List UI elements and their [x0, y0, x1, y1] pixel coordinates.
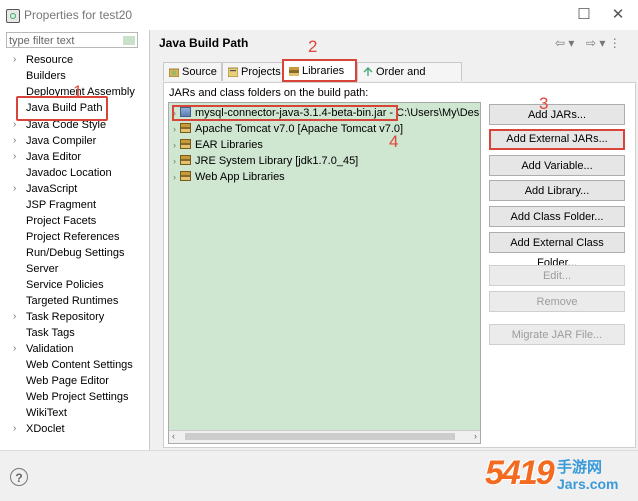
tree-item[interactable]: Task Tags	[26, 327, 75, 339]
expand-arrow-icon[interactable]: ›	[13, 135, 16, 146]
tree-item[interactable]: Validation	[26, 343, 74, 355]
tree-item[interactable]: Project Facets	[26, 215, 96, 227]
scrollbar-thumb[interactable]	[185, 433, 455, 440]
forward-arrow-icon[interactable]: ⇨ ▾ ⋮	[586, 36, 621, 50]
library-item-label: Apache Tomcat v7.0 [Apache Tomcat v7.0]	[195, 123, 404, 135]
expand-arrow-icon[interactable]: ›	[13, 151, 16, 162]
clear-filter-icon[interactable]	[123, 36, 135, 45]
annotation-3: 3	[539, 94, 549, 113]
tree-item[interactable]: Java Compiler	[26, 135, 96, 147]
library-item[interactable]: › Apache Tomcat v7.0 [Apache Tomcat v7.0]	[173, 123, 403, 138]
tab-order-and-export[interactable]: Order and Export	[357, 62, 462, 96]
libraries-description: JARs and class folders on the build path…	[169, 87, 369, 99]
tree-item[interactable]: Web Page Editor	[26, 375, 109, 387]
maximize-icon[interactable]: ☐	[572, 5, 596, 25]
add-variable-button[interactable]: Add Variable...	[489, 155, 625, 176]
watermark-text: 手游网	[557, 459, 603, 476]
library-item-label: EAR Libraries	[195, 139, 263, 151]
scroll-left-icon[interactable]: ‹	[172, 431, 175, 441]
tree-item[interactable]: Javadoc Location	[26, 167, 112, 179]
source-folder-icon	[169, 68, 179, 77]
tree-item[interactable]: Web Content Settings	[26, 359, 133, 371]
close-icon[interactable]: ✕	[606, 5, 630, 25]
filter-placeholder: type filter text	[9, 35, 75, 47]
library-item[interactable]: › Web App Libraries	[173, 171, 285, 186]
projects-icon	[228, 67, 238, 77]
expand-arrow-icon[interactable]: ›	[13, 311, 16, 322]
remove-button[interactable]: Remove	[489, 291, 625, 312]
tree-item[interactable]: WikiText	[26, 407, 67, 419]
scroll-right-icon[interactable]: ›	[474, 431, 477, 441]
add-jars-button[interactable]: Add JARs...	[489, 104, 625, 125]
library-item[interactable]: › EAR Libraries	[173, 139, 263, 154]
annotation-2: 2	[308, 37, 318, 56]
back-arrow-icon[interactable]: ⇦ ▾	[555, 36, 574, 50]
library-item-label: Web App Libraries	[195, 171, 285, 183]
tab-projects[interactable]: Projects	[222, 62, 283, 81]
add-external-jars-button[interactable]: Add External JARs...	[489, 129, 625, 150]
tree-item[interactable]: Server	[26, 263, 58, 275]
tree-item[interactable]: Resource	[26, 54, 73, 66]
annotation-4: 4	[389, 132, 399, 151]
tree-item[interactable]: JavaScript	[26, 183, 77, 195]
expand-arrow-icon[interactable]: ›	[173, 156, 176, 166]
tab-libraries[interactable]: Libraries	[282, 59, 357, 82]
tree-item[interactable]: Targeted Runtimes	[26, 295, 118, 307]
watermark-sub: Jars.com	[557, 476, 619, 492]
selection-highlight-mysql-jar	[172, 105, 398, 121]
tree-item[interactable]: Project References	[26, 231, 120, 243]
library-item-label: JRE System Library [jdk1.7.0_45]	[195, 155, 359, 167]
tab-libraries-label: Libraries	[302, 65, 345, 77]
page-title: Java Build Path	[159, 36, 249, 50]
selection-highlight-java-build-path	[16, 96, 108, 121]
title-bar: Properties for test20 ☐ ✕	[0, 0, 638, 31]
library-icon	[180, 123, 191, 133]
help-icon[interactable]: ?	[10, 468, 28, 486]
expand-arrow-icon[interactable]: ›	[173, 124, 176, 134]
watermark-logo: 5419 手游网 Jars.com	[485, 452, 635, 498]
filter-input[interactable]: type filter text	[6, 32, 138, 48]
horizontal-scrollbar[interactable]: ‹ ›	[169, 430, 480, 443]
tab-projects-label: Projects	[241, 66, 281, 78]
expand-arrow-icon[interactable]: ›	[173, 140, 176, 150]
library-icon	[180, 139, 191, 149]
edit-button[interactable]: Edit...	[489, 265, 625, 286]
annotation-1: 1	[73, 82, 83, 101]
tree-item[interactable]: Run/Debug Settings	[26, 247, 124, 259]
eclipse-icon	[6, 9, 20, 23]
watermark-digits: 5419	[485, 454, 555, 492]
tab-source-label: Source	[182, 66, 217, 78]
tree-item[interactable]: XDoclet	[26, 423, 65, 435]
tree-item[interactable]: Service Policies	[26, 279, 104, 291]
library-icon	[180, 155, 191, 165]
window-title: Properties for test20	[24, 8, 133, 22]
tab-source[interactable]: Source	[163, 62, 222, 81]
library-icon	[180, 171, 191, 181]
expand-arrow-icon[interactable]: ›	[13, 183, 16, 194]
tree-item[interactable]: Web Project Settings	[26, 391, 129, 403]
expand-arrow-icon[interactable]: ›	[13, 54, 16, 65]
tree-item[interactable]: Java Editor	[26, 151, 81, 163]
tree-item[interactable]: JSP Fragment	[26, 199, 96, 211]
libraries-icon	[289, 67, 299, 76]
migrate-jar-file-button[interactable]: Migrate JAR File...	[489, 324, 625, 345]
expand-arrow-icon[interactable]: ›	[13, 119, 16, 130]
libraries-list[interactable]: › mysql-connector-java-3.1.4-beta-bin.jar…	[168, 102, 481, 444]
expand-arrow-icon[interactable]: ›	[13, 343, 16, 354]
add-external-class-folder-button[interactable]: Add External Class Folder...	[489, 232, 625, 269]
library-item[interactable]: › JRE System Library [jdk1.7.0_45]	[173, 155, 358, 170]
tree-item[interactable]: Task Repository	[26, 311, 104, 323]
add-library-button[interactable]: Add Library...	[489, 180, 625, 201]
tree-item[interactable]: Builders	[26, 70, 66, 82]
expand-arrow-icon[interactable]: ›	[13, 423, 16, 434]
order-export-icon	[363, 67, 373, 76]
expand-arrow-icon[interactable]: ›	[173, 172, 176, 182]
add-class-folder-button[interactable]: Add Class Folder...	[489, 206, 625, 227]
